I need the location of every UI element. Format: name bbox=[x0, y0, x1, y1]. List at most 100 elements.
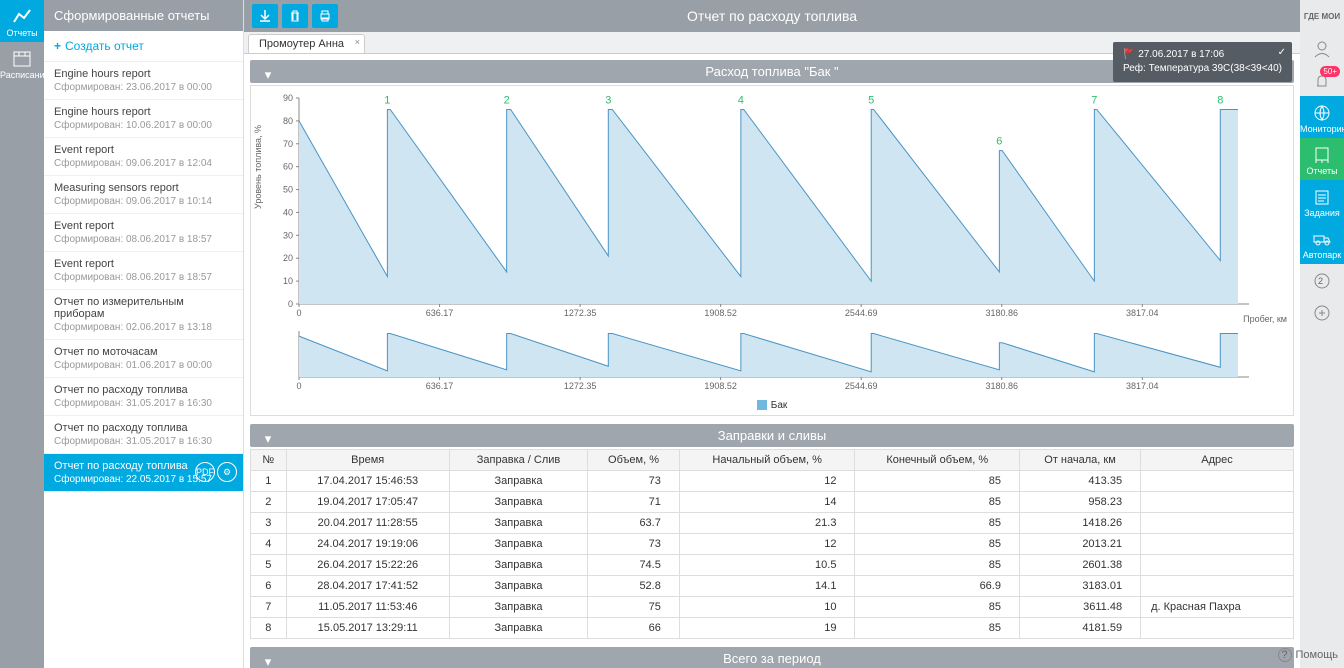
plus-icon: + bbox=[54, 39, 61, 53]
report-item[interactable]: Event reportСформирован: 09.06.2017 в 12… bbox=[44, 138, 243, 176]
chart-legend: Бак bbox=[255, 400, 1289, 411]
svg-text:10: 10 bbox=[283, 276, 293, 286]
user-icon[interactable] bbox=[1300, 32, 1344, 64]
report-time: Сформирован: 31.05.2017 в 16:30 bbox=[54, 436, 233, 447]
check-icon[interactable]: ✓ bbox=[1278, 46, 1286, 60]
svg-text:3817.04: 3817.04 bbox=[1126, 381, 1159, 391]
table-row: 219.04.2017 17:05:47Заправка711485958.23 bbox=[251, 492, 1294, 513]
leftnav-schedule[interactable]: Расписание bbox=[0, 42, 44, 84]
svg-text:90: 90 bbox=[283, 93, 293, 103]
table-row: 424.04.2017 19:19:06Заправка7312852013.2… bbox=[251, 534, 1294, 555]
download-button[interactable] bbox=[252, 4, 278, 28]
table-row: 117.04.2017 15:46:53Заправка731285413.35 bbox=[251, 471, 1294, 492]
report-time: Сформирован: 23.06.2017 в 00:00 bbox=[54, 82, 233, 93]
svg-text:1908.52: 1908.52 bbox=[704, 381, 737, 391]
report-title: Engine hours report bbox=[54, 68, 233, 80]
leftnav-reports[interactable]: Отчеты bbox=[0, 0, 44, 42]
report-time: Сформирован: 08.06.2017 в 18:57 bbox=[54, 234, 233, 245]
report-item[interactable]: Отчет по расходу топливаСформирован: 22.… bbox=[44, 454, 243, 492]
table-row: 815.05.2017 13:29:11Заправка6619854181.5… bbox=[251, 618, 1294, 639]
svg-text:8: 8 bbox=[1217, 94, 1223, 106]
column-header: Время bbox=[286, 450, 449, 471]
svg-text:5: 5 bbox=[868, 94, 874, 106]
nav-extra2[interactable] bbox=[1300, 296, 1344, 328]
report-item[interactable]: Event reportСформирован: 08.06.2017 в 18… bbox=[44, 252, 243, 290]
svg-text:7: 7 bbox=[1091, 94, 1097, 106]
help-link[interactable]: ? Помощь bbox=[1278, 648, 1339, 662]
report-item[interactable]: Measuring sensors report Сформирован: 09.… bbox=[44, 176, 243, 214]
report-title: Event report bbox=[54, 144, 233, 156]
app-logo: ГДЕ МОИ bbox=[1300, 0, 1344, 32]
nav-extra1[interactable]: 2 bbox=[1300, 264, 1344, 296]
svg-text:1908.52: 1908.52 bbox=[704, 308, 737, 318]
svg-text:0: 0 bbox=[296, 308, 301, 318]
report-time: Сформирован: 08.06.2017 в 18:57 bbox=[54, 272, 233, 283]
report-item[interactable]: Engine hours reportСформирован: 10.06.20… bbox=[44, 100, 243, 138]
overview-chart-svg[interactable]: 0636.171272.351908.522544.693180.863817.… bbox=[279, 325, 1269, 395]
nav-fleet[interactable]: Автопарк bbox=[1300, 222, 1344, 264]
report-time: Сформирован: 31.05.2017 в 16:30 bbox=[54, 398, 233, 409]
report-title: Отчет по измерительным приборам bbox=[54, 296, 233, 320]
svg-text:636.17: 636.17 bbox=[426, 308, 454, 318]
svg-text:4: 4 bbox=[738, 94, 744, 106]
svg-text:2544.69: 2544.69 bbox=[845, 381, 878, 391]
chevron-down-icon: ▾ bbox=[260, 654, 276, 666]
y-axis-label: Уровень топлива, % bbox=[253, 124, 263, 208]
pdf-icon[interactable]: PDF bbox=[195, 462, 215, 482]
svg-text:20: 20 bbox=[283, 253, 293, 263]
report-item[interactable]: Отчет по измерительным приборам Сформиров… bbox=[44, 290, 243, 340]
close-icon[interactable]: × bbox=[355, 37, 360, 47]
report-time: Сформирован: 01.06.2017 в 00:00 bbox=[54, 360, 233, 371]
report-item[interactable]: Отчет по моточасамСформирован: 01.06.201… bbox=[44, 340, 243, 378]
table-row: 711.05.2017 11:53:46Заправка7510853611.4… bbox=[251, 597, 1294, 618]
svg-text:3817.04: 3817.04 bbox=[1126, 308, 1159, 318]
svg-text:3180.86: 3180.86 bbox=[985, 381, 1018, 391]
report-item[interactable]: Event report Сформирован: 08.06.2017 в 18… bbox=[44, 214, 243, 252]
nav-tasks[interactable]: Задания bbox=[1300, 180, 1344, 222]
create-report-button[interactable]: +Создать отчет bbox=[44, 31, 243, 62]
nav-monitoring[interactable]: Мониторинг bbox=[1300, 96, 1344, 138]
badge: 50+ bbox=[1320, 66, 1340, 77]
gear-icon[interactable]: ⚙ bbox=[217, 462, 237, 482]
period-panel-header[interactable]: ▾ Всего за период bbox=[250, 647, 1294, 668]
delete-button[interactable] bbox=[282, 4, 308, 28]
svg-text:0: 0 bbox=[296, 381, 301, 391]
right-nav-rail: ГДЕ МОИ 50+ Мониторинг Отчеты Задания Ав… bbox=[1300, 0, 1344, 668]
svg-text:50: 50 bbox=[283, 185, 293, 195]
table-row: 526.04.2017 15:22:26Заправка74.510.58526… bbox=[251, 555, 1294, 576]
tracker-tab[interactable]: Промоутер Анна × bbox=[248, 34, 365, 53]
refills-panel-header[interactable]: ▾ Заправки и сливы bbox=[250, 424, 1294, 447]
report-item[interactable]: Engine hours report Сформирован: 23.06.20… bbox=[44, 62, 243, 100]
notifications-icon[interactable]: 50+ bbox=[1300, 64, 1344, 96]
chevron-down-icon: ▾ bbox=[260, 67, 276, 79]
report-time: Сформирован: 09.06.2017 в 10:14 bbox=[54, 196, 233, 207]
svg-text:70: 70 bbox=[283, 139, 293, 149]
svg-text:30: 30 bbox=[283, 230, 293, 240]
topbar: Отчет по расходу топлива bbox=[244, 0, 1300, 32]
chevron-down-icon: ▾ bbox=[260, 431, 276, 443]
svg-text:1: 1 bbox=[384, 94, 390, 106]
content-scroll[interactable]: ▾ Расход топлива "Бак " Уровень топлива,… bbox=[244, 54, 1300, 668]
report-item[interactable]: Отчет по расходу топлива Сформирован: 31.… bbox=[44, 378, 243, 416]
svg-text:80: 80 bbox=[283, 116, 293, 126]
column-header: Заправка / Слив bbox=[449, 450, 587, 471]
svg-text:2: 2 bbox=[504, 94, 510, 106]
main-chart-svg: 01020304050607080900636.171272.351908.52… bbox=[279, 92, 1269, 322]
report-item[interactable]: Отчет по расходу топливаСформирован: 31.… bbox=[44, 416, 243, 454]
column-header: Начальный объем, % bbox=[679, 450, 855, 471]
svg-text:2544.69: 2544.69 bbox=[845, 308, 878, 318]
column-header: Объем, % bbox=[588, 450, 680, 471]
svg-text:60: 60 bbox=[283, 162, 293, 172]
column-header: № bbox=[251, 450, 287, 471]
report-time: Сформирован: 10.06.2017 в 00:00 bbox=[54, 120, 233, 131]
report-title: Event report bbox=[54, 220, 233, 232]
x-axis-label: Пробег, км bbox=[1243, 314, 1287, 324]
report-title: Measuring sensors report bbox=[54, 182, 233, 194]
table-row: 320.04.2017 11:28:55Заправка63.721.38514… bbox=[251, 513, 1294, 534]
report-time: Сформирован: 02.06.2017 в 13:18 bbox=[54, 322, 233, 333]
reports-sidebar: Сформированные отчеты +Создать отчет Eng… bbox=[44, 0, 244, 668]
svg-text:40: 40 bbox=[283, 207, 293, 217]
nav-reports[interactable]: Отчеты bbox=[1300, 138, 1344, 180]
report-title: Отчет по расходу топлива bbox=[54, 384, 233, 396]
print-button[interactable] bbox=[312, 4, 338, 28]
